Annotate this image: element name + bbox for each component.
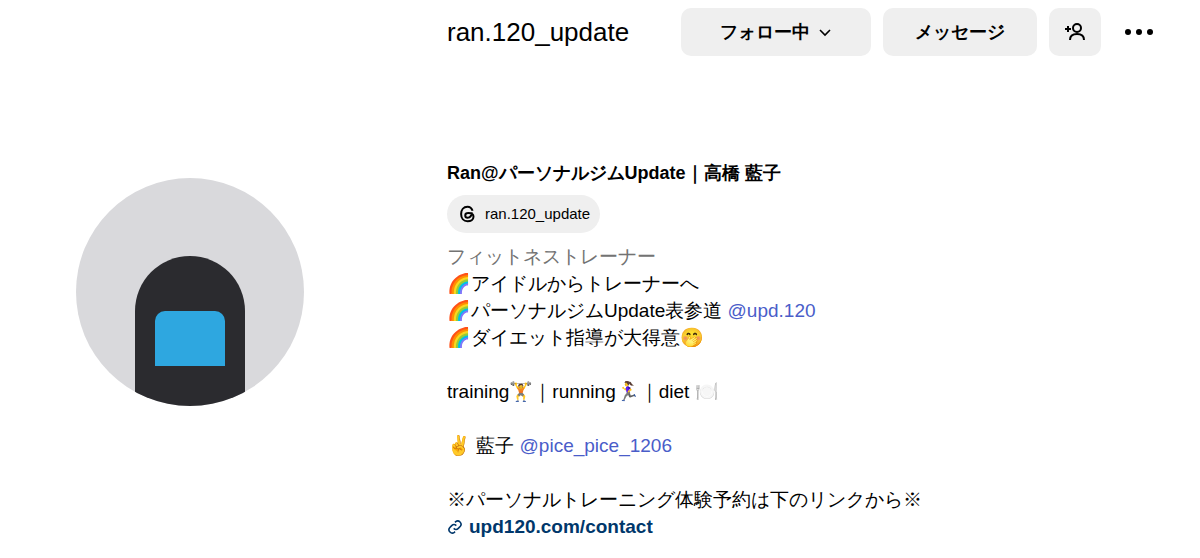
category: フィットネストレーナー xyxy=(447,243,656,270)
threads-badge[interactable]: ran.120_update xyxy=(447,195,600,233)
suggest-button[interactable] xyxy=(1049,8,1101,56)
bio-text-segment: 🌈ダイエット指導が大得意🤭 xyxy=(447,327,704,348)
bio-text-segment: 🌈パーソナルジムUpdate表参道 xyxy=(447,300,728,321)
chevron-down-icon xyxy=(818,25,832,39)
link-icon xyxy=(447,519,463,535)
threads-icon xyxy=(457,203,479,225)
more-icon xyxy=(1124,28,1154,36)
bio-text-segment: 🌈アイドルからトレーナーへ xyxy=(447,273,699,294)
bio-text: 🌈アイドルからトレーナーへ🌈パーソナルジムUpdate表参道 @upd.120🌈… xyxy=(447,270,922,513)
add-person-icon xyxy=(1063,20,1087,44)
bio-line: ✌️ 藍子 @pice_pice_1206 xyxy=(447,432,922,459)
bio-line: 🌈アイドルからトレーナーへ xyxy=(447,270,922,297)
profile-photo[interactable] xyxy=(76,178,304,406)
threads-handle: ran.120_update xyxy=(485,203,590,226)
bio-line: ※パーソナルトレーニング体験予約は下のリンクから※ xyxy=(447,486,922,513)
bio-section: Ran@パーソナルジムUpdate｜高橋 藍子 ran.120_update フ… xyxy=(447,161,1200,540)
bio-line: 🌈パーソナルジムUpdate表参道 @upd.120 xyxy=(447,297,922,324)
avatar-column xyxy=(0,0,447,558)
mention-link[interactable]: @pice_pice_1206 xyxy=(520,435,672,456)
follow-button[interactable]: フォロー中 xyxy=(681,8,871,56)
website-link[interactable]: upd120.com/contact xyxy=(469,513,653,540)
mention-link[interactable]: @upd.120 xyxy=(728,300,816,321)
bio-text-segment: training🏋️｜running🏃‍♀️｜diet 🍽️ xyxy=(447,381,719,402)
follow-label: フォロー中 xyxy=(720,19,810,46)
bio-line: 🌈ダイエット指導が大得意🤭 xyxy=(447,324,922,351)
link-row: upd120.com/contact xyxy=(447,513,653,540)
bio-text-segment: ※パーソナルトレーニング体験予約は下のリンクから※ xyxy=(447,489,922,510)
more-button[interactable] xyxy=(1121,8,1157,56)
bio-line: training🏋️｜running🏃‍♀️｜diet 🍽️ xyxy=(447,378,922,405)
username: ran.120_update xyxy=(447,16,681,48)
header-row: ran.120_update フォロー中 メッセージ xyxy=(447,8,1200,56)
profile-info: ran.120_update フォロー中 メッセージ Ran@パーソナルジムUp… xyxy=(447,0,1200,558)
message-button[interactable]: メッセージ xyxy=(883,8,1037,56)
bio-text-segment: ✌️ 藍子 xyxy=(447,435,520,456)
display-name: Ran@パーソナルジムUpdate｜高橋 藍子 xyxy=(447,161,781,185)
